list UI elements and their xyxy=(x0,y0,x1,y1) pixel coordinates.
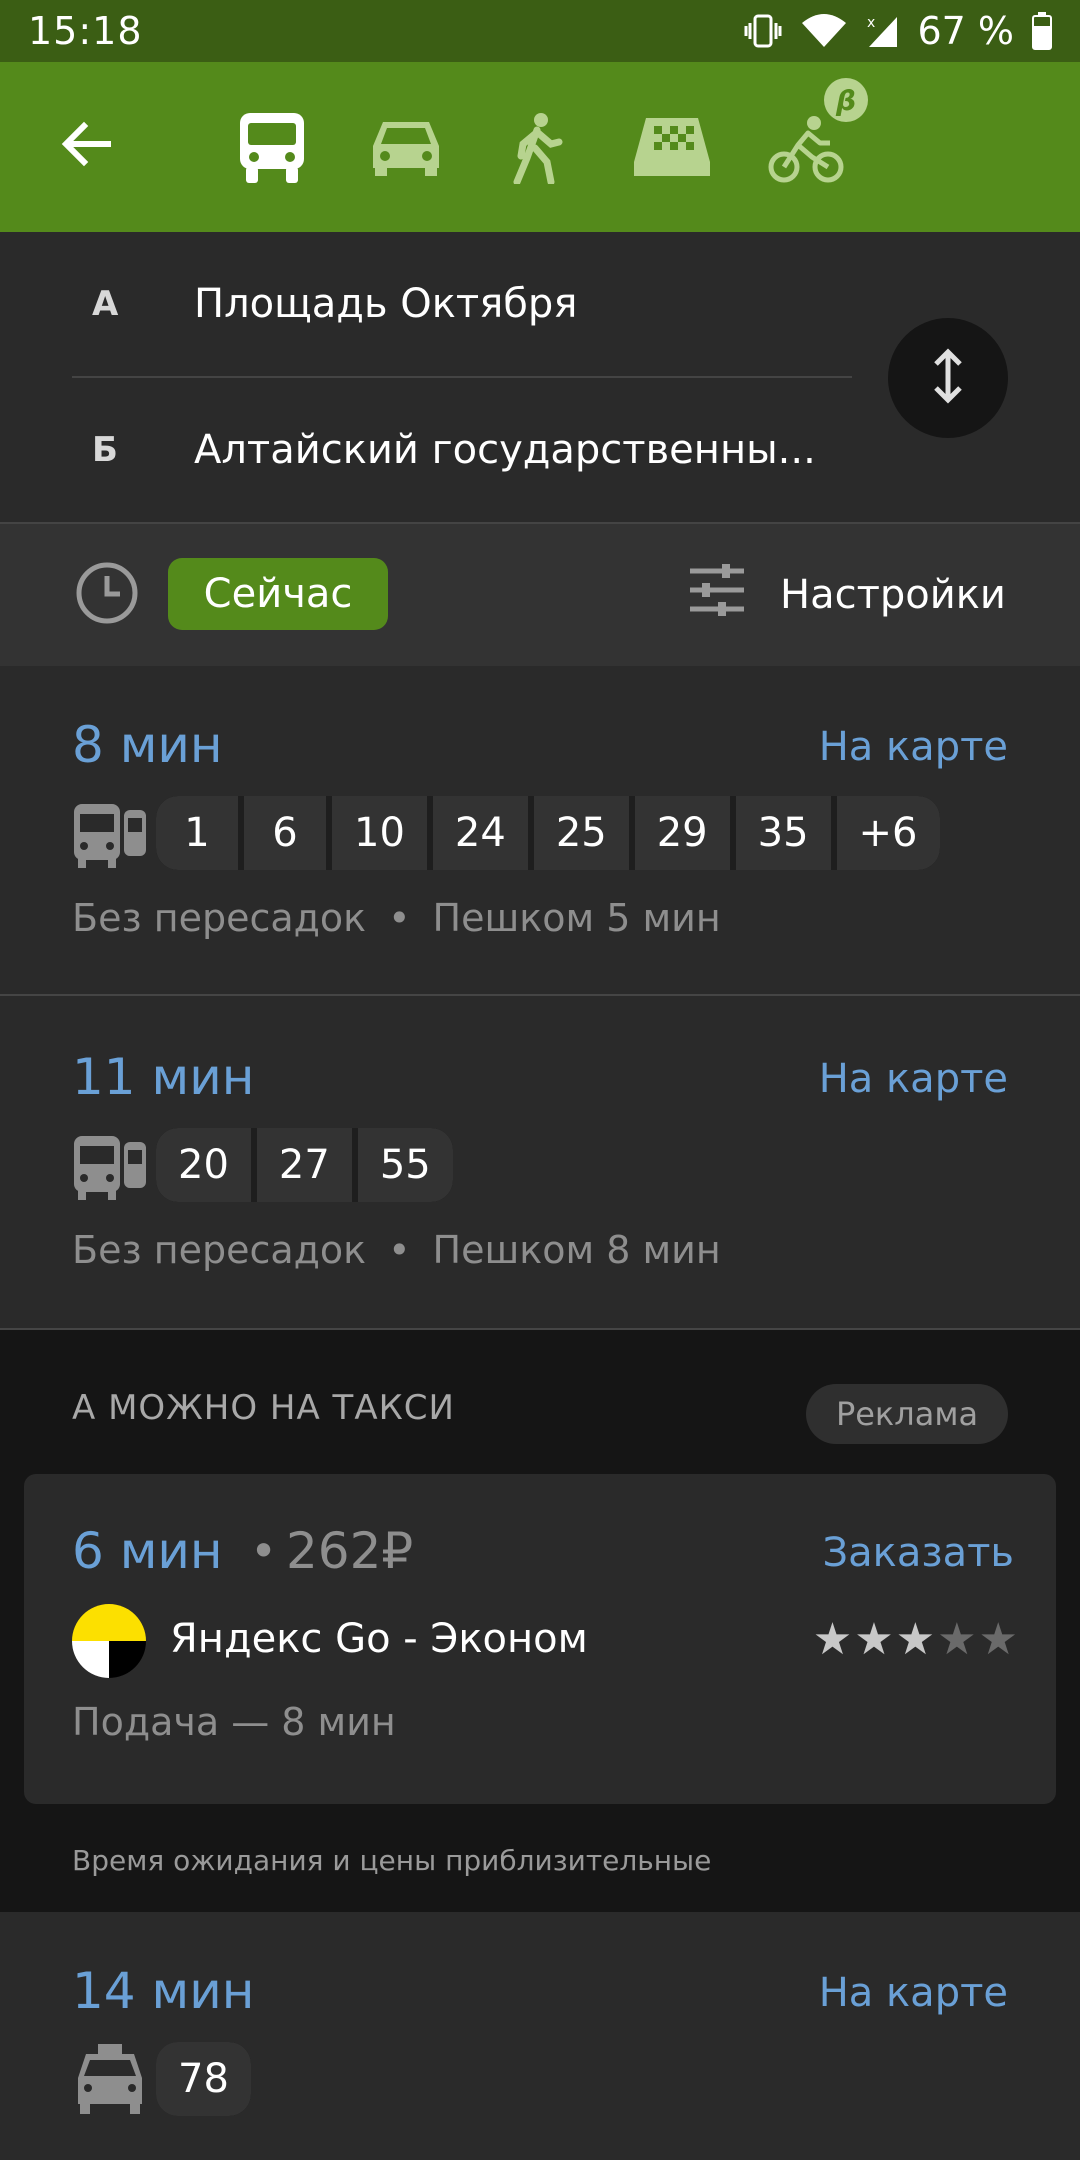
to-field[interactable]: Б Алтайский государственны... xyxy=(72,378,852,522)
walk-text: Пешком 5 мин xyxy=(432,896,721,940)
route-option-2[interactable]: 11 мин На карте 20 27 55 Без пересадок • П… xyxy=(0,998,1080,1330)
bus-trolley-icon xyxy=(72,796,148,870)
beta-badge: β xyxy=(824,78,868,122)
star-icon: ★ xyxy=(812,1614,855,1665)
taxi-price: 262₽ xyxy=(286,1522,414,1580)
wifi-icon xyxy=(801,13,847,49)
from-letter: А xyxy=(92,284,119,324)
toolbar: β xyxy=(0,62,1080,232)
star-icon: ★ xyxy=(854,1614,896,1665)
rating-stars: ★★★★★ xyxy=(813,1614,1020,1665)
taxi-duration: 6 мин xyxy=(72,1522,223,1580)
separator-dot: • xyxy=(250,1524,278,1578)
line-chip: 20 xyxy=(156,1128,251,1202)
route-duration: 8 мин xyxy=(72,716,223,774)
from-place: Площадь Октября xyxy=(194,281,578,327)
order-taxi-button[interactable]: Заказать xyxy=(823,1530,1014,1576)
status-bar: 15:18 x 67 % xyxy=(0,0,1080,62)
route-meta: Без пересадок • Пешком 5 мин xyxy=(72,896,721,940)
ad-badge: Реклама xyxy=(806,1384,1008,1444)
walk-text: Пешком 8 мин xyxy=(432,1228,721,1272)
transfers-text: Без пересадок xyxy=(72,896,367,940)
route-option-3[interactable]: 14 мин На карте 78 xyxy=(0,1912,1080,2160)
bus-trolley-icon xyxy=(72,1128,148,1202)
back-arrow-icon[interactable] xyxy=(56,114,116,174)
line-chip: 55 xyxy=(357,1128,453,1202)
star-icon: ★ xyxy=(978,1614,1020,1665)
show-on-map-link[interactable]: На карте xyxy=(819,724,1008,770)
line-chip: 78 xyxy=(156,2042,251,2116)
line-chip: 6 xyxy=(244,796,326,870)
from-field[interactable]: А Площадь Октября xyxy=(72,232,852,376)
transit-lines: 20 27 55 xyxy=(72,1128,453,1202)
yandex-go-logo xyxy=(72,1604,146,1678)
line-chips: 20 27 55 xyxy=(156,1128,453,1202)
route-duration: 14 мин xyxy=(72,1962,255,2020)
taxi-disclaimer: Время ожидания и цены приблизительные xyxy=(72,1844,712,1877)
line-chips: 1 6 10 24 25 29 35 +6 xyxy=(156,796,940,870)
line-chip: 27 xyxy=(256,1128,352,1202)
to-place: Алтайский государственны... xyxy=(194,427,816,473)
minibus-icon xyxy=(72,2042,148,2116)
taxi-section: А МОЖНО НА ТАКСИ Реклама 6 мин • 262₽ За… xyxy=(0,1330,1080,1912)
line-chip: 29 xyxy=(634,796,730,870)
taxi-icon[interactable] xyxy=(628,104,716,192)
more-lines-chip: +6 xyxy=(836,796,940,870)
line-chips: 78 xyxy=(156,2042,251,2116)
vibrate-icon xyxy=(743,13,783,49)
line-chip: 25 xyxy=(533,796,629,870)
line-chip: 35 xyxy=(735,796,831,870)
route-inputs: А Площадь Октября Б Алтайский государств… xyxy=(0,232,1080,524)
taxi-offer-card[interactable]: 6 мин • 262₽ Заказать Яндекс Go - Эконом… xyxy=(24,1474,1056,1804)
swap-button[interactable] xyxy=(888,318,1008,438)
to-letter: Б xyxy=(92,430,118,470)
battery-text: 67 % xyxy=(917,9,1014,53)
separator-dot: • xyxy=(388,896,411,940)
transit-lines: 78 xyxy=(72,2042,251,2116)
walk-icon[interactable] xyxy=(494,104,582,192)
now-button[interactable]: Сейчас xyxy=(168,558,388,630)
swap-arrows-icon xyxy=(928,346,968,410)
star-half-icon: ★ xyxy=(895,1614,938,1665)
transit-lines: 1 6 10 24 25 29 35 +6 xyxy=(72,796,940,870)
show-on-map-link[interactable]: На карте xyxy=(819,1970,1008,2016)
line-chip: 1 xyxy=(156,796,238,870)
route-duration: 11 мин xyxy=(72,1048,255,1106)
car-icon[interactable] xyxy=(362,104,450,192)
sliders-icon xyxy=(688,563,746,627)
clock-icon[interactable] xyxy=(74,560,140,630)
settings-label: Настройки xyxy=(780,572,1006,618)
show-on-map-link[interactable]: На карте xyxy=(819,1056,1008,1102)
bus-icon[interactable] xyxy=(228,104,316,192)
line-chip: 10 xyxy=(332,796,427,870)
route-meta: Без пересадок • Пешком 8 мин xyxy=(72,1228,721,1272)
route-option-1[interactable]: 8 мин На карте 1 6 10 24 25 29 35 +6 Без… xyxy=(0,666,1080,996)
settings-button[interactable]: Настройки xyxy=(688,560,1006,630)
pickup-time: Подача — 8 мин xyxy=(72,1700,396,1744)
separator-dot: • xyxy=(388,1228,411,1272)
status-time: 15:18 xyxy=(28,9,143,53)
line-chip: 24 xyxy=(432,796,528,870)
signal-icon: x xyxy=(865,13,899,49)
svg-text:x: x xyxy=(867,15,875,31)
taxi-service-name: Яндекс Go - Эконом xyxy=(170,1616,588,1662)
taxi-heading: А МОЖНО НА ТАКСИ xyxy=(72,1388,455,1428)
transfers-text: Без пересадок xyxy=(72,1228,367,1272)
battery-icon xyxy=(1032,12,1052,50)
star-icon: ★ xyxy=(937,1614,979,1665)
